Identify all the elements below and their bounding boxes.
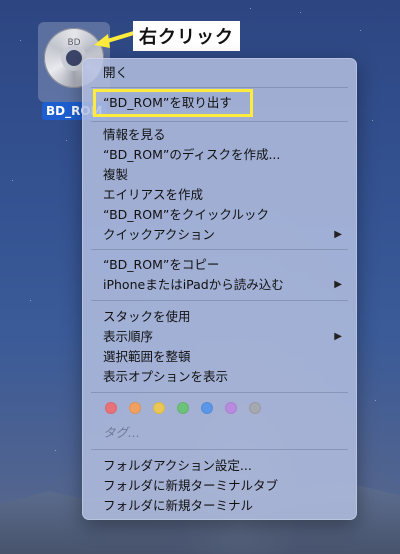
menu-separator: [91, 300, 348, 301]
menu-item-new-terminal-tab[interactable]: フォルダに新規ターミナルタブ: [103, 476, 344, 496]
submenu-arrow-icon: ▶: [334, 331, 342, 342]
menu-item-new-terminal[interactable]: フォルダに新規ターミナル: [103, 496, 344, 516]
menu-separator: [91, 87, 348, 88]
menu-item-burn-disc[interactable]: “BD_ROM”のディスクを作成...: [103, 145, 344, 165]
tag-purple-dot[interactable]: [225, 402, 237, 414]
menu-item-copy[interactable]: “BD_ROM”をコピー: [103, 255, 344, 275]
tag-yellow-dot[interactable]: [153, 402, 165, 414]
tag-orange-dot[interactable]: [129, 402, 141, 414]
menu-separator: [91, 392, 348, 393]
menu-item-tags[interactable]: タグ...: [103, 423, 344, 443]
quick-actions-label: クイックアクション: [103, 227, 215, 242]
menu-item-folder-actions-setup[interactable]: フォルダアクション設定...: [103, 456, 344, 476]
disc-hole: [66, 50, 82, 66]
menu-item-quick-look[interactable]: “BD_ROM”をクイックルック: [103, 205, 344, 225]
import-from-iphone-label: iPhoneまたはiPadから読み込む: [103, 277, 284, 292]
menu-item-quick-actions[interactable]: クイックアクション ▶: [103, 225, 344, 245]
menu-item-duplicate[interactable]: 複製: [103, 165, 344, 185]
menu-item-clean-up-selection[interactable]: 選択範囲を整頓: [103, 347, 344, 367]
menu-item-use-stacks[interactable]: スタックを使用: [103, 307, 344, 327]
menu-item-open[interactable]: 開く: [103, 63, 344, 83]
tag-blue-dot[interactable]: [201, 402, 213, 414]
eject-highlight-box: [93, 89, 253, 117]
menu-separator: [91, 449, 348, 450]
tag-gray-dot[interactable]: [249, 402, 261, 414]
menu-item-make-alias[interactable]: エイリアスを作成: [103, 185, 344, 205]
sort-by-label: 表示順序: [103, 329, 154, 344]
right-click-annotation: 右クリック: [133, 21, 240, 51]
submenu-arrow-icon: ▶: [334, 279, 342, 290]
tag-green-dot[interactable]: [177, 402, 189, 414]
menu-item-sort-by[interactable]: 表示順序 ▶: [103, 327, 344, 347]
menu-separator: [91, 121, 348, 122]
menu-item-get-info[interactable]: 情報を見る: [103, 125, 344, 145]
menu-item-import-from-iphone[interactable]: iPhoneまたはiPadから読み込む ▶: [103, 275, 344, 295]
submenu-arrow-icon: ▶: [334, 229, 342, 240]
tag-red-dot[interactable]: [105, 402, 117, 414]
context-menu: 開く “BD_ROM”を取り出す 情報を見る “BD_ROM”のディスクを作成.…: [82, 58, 357, 520]
menu-item-show-view-options[interactable]: 表示オプションを表示: [103, 367, 344, 387]
menu-separator: [91, 249, 348, 250]
